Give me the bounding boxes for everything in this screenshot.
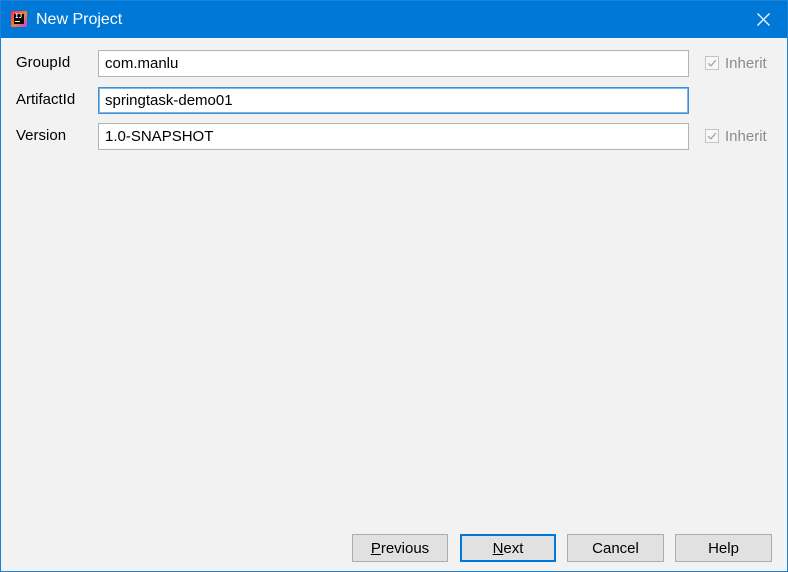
checkbox[interactable] [705,56,719,70]
new-project-dialog: IJ New Project GroupId Inherit ArtifactI… [0,0,788,572]
checkmark-icon [707,59,717,67]
close-button[interactable] [741,1,787,38]
previous-button[interactable]: Previous [352,534,448,562]
inherit-label: Inherit [725,127,767,145]
artifact-id-label: ArtifactId [16,91,76,108]
help-button[interactable]: Help [675,534,772,562]
version-field[interactable] [98,123,689,150]
version-label: Version [16,127,67,144]
title-bar[interactable]: IJ New Project [1,1,787,38]
next-button[interactable]: Next [460,534,556,562]
close-icon [757,13,770,26]
version-inherit-checkbox[interactable]: Inherit [705,126,767,146]
artifact-id-field[interactable] [98,87,689,114]
inherit-label: Inherit [725,54,767,72]
window-title: New Project [36,11,123,28]
checkbox[interactable] [705,129,719,143]
group-id-field[interactable] [98,50,689,77]
cancel-button[interactable]: Cancel [567,534,664,562]
group-id-inherit-checkbox[interactable]: Inherit [705,53,767,73]
checkmark-icon [707,132,717,140]
intellij-idea-icon: IJ [11,11,27,27]
group-id-label: GroupId [16,54,71,71]
